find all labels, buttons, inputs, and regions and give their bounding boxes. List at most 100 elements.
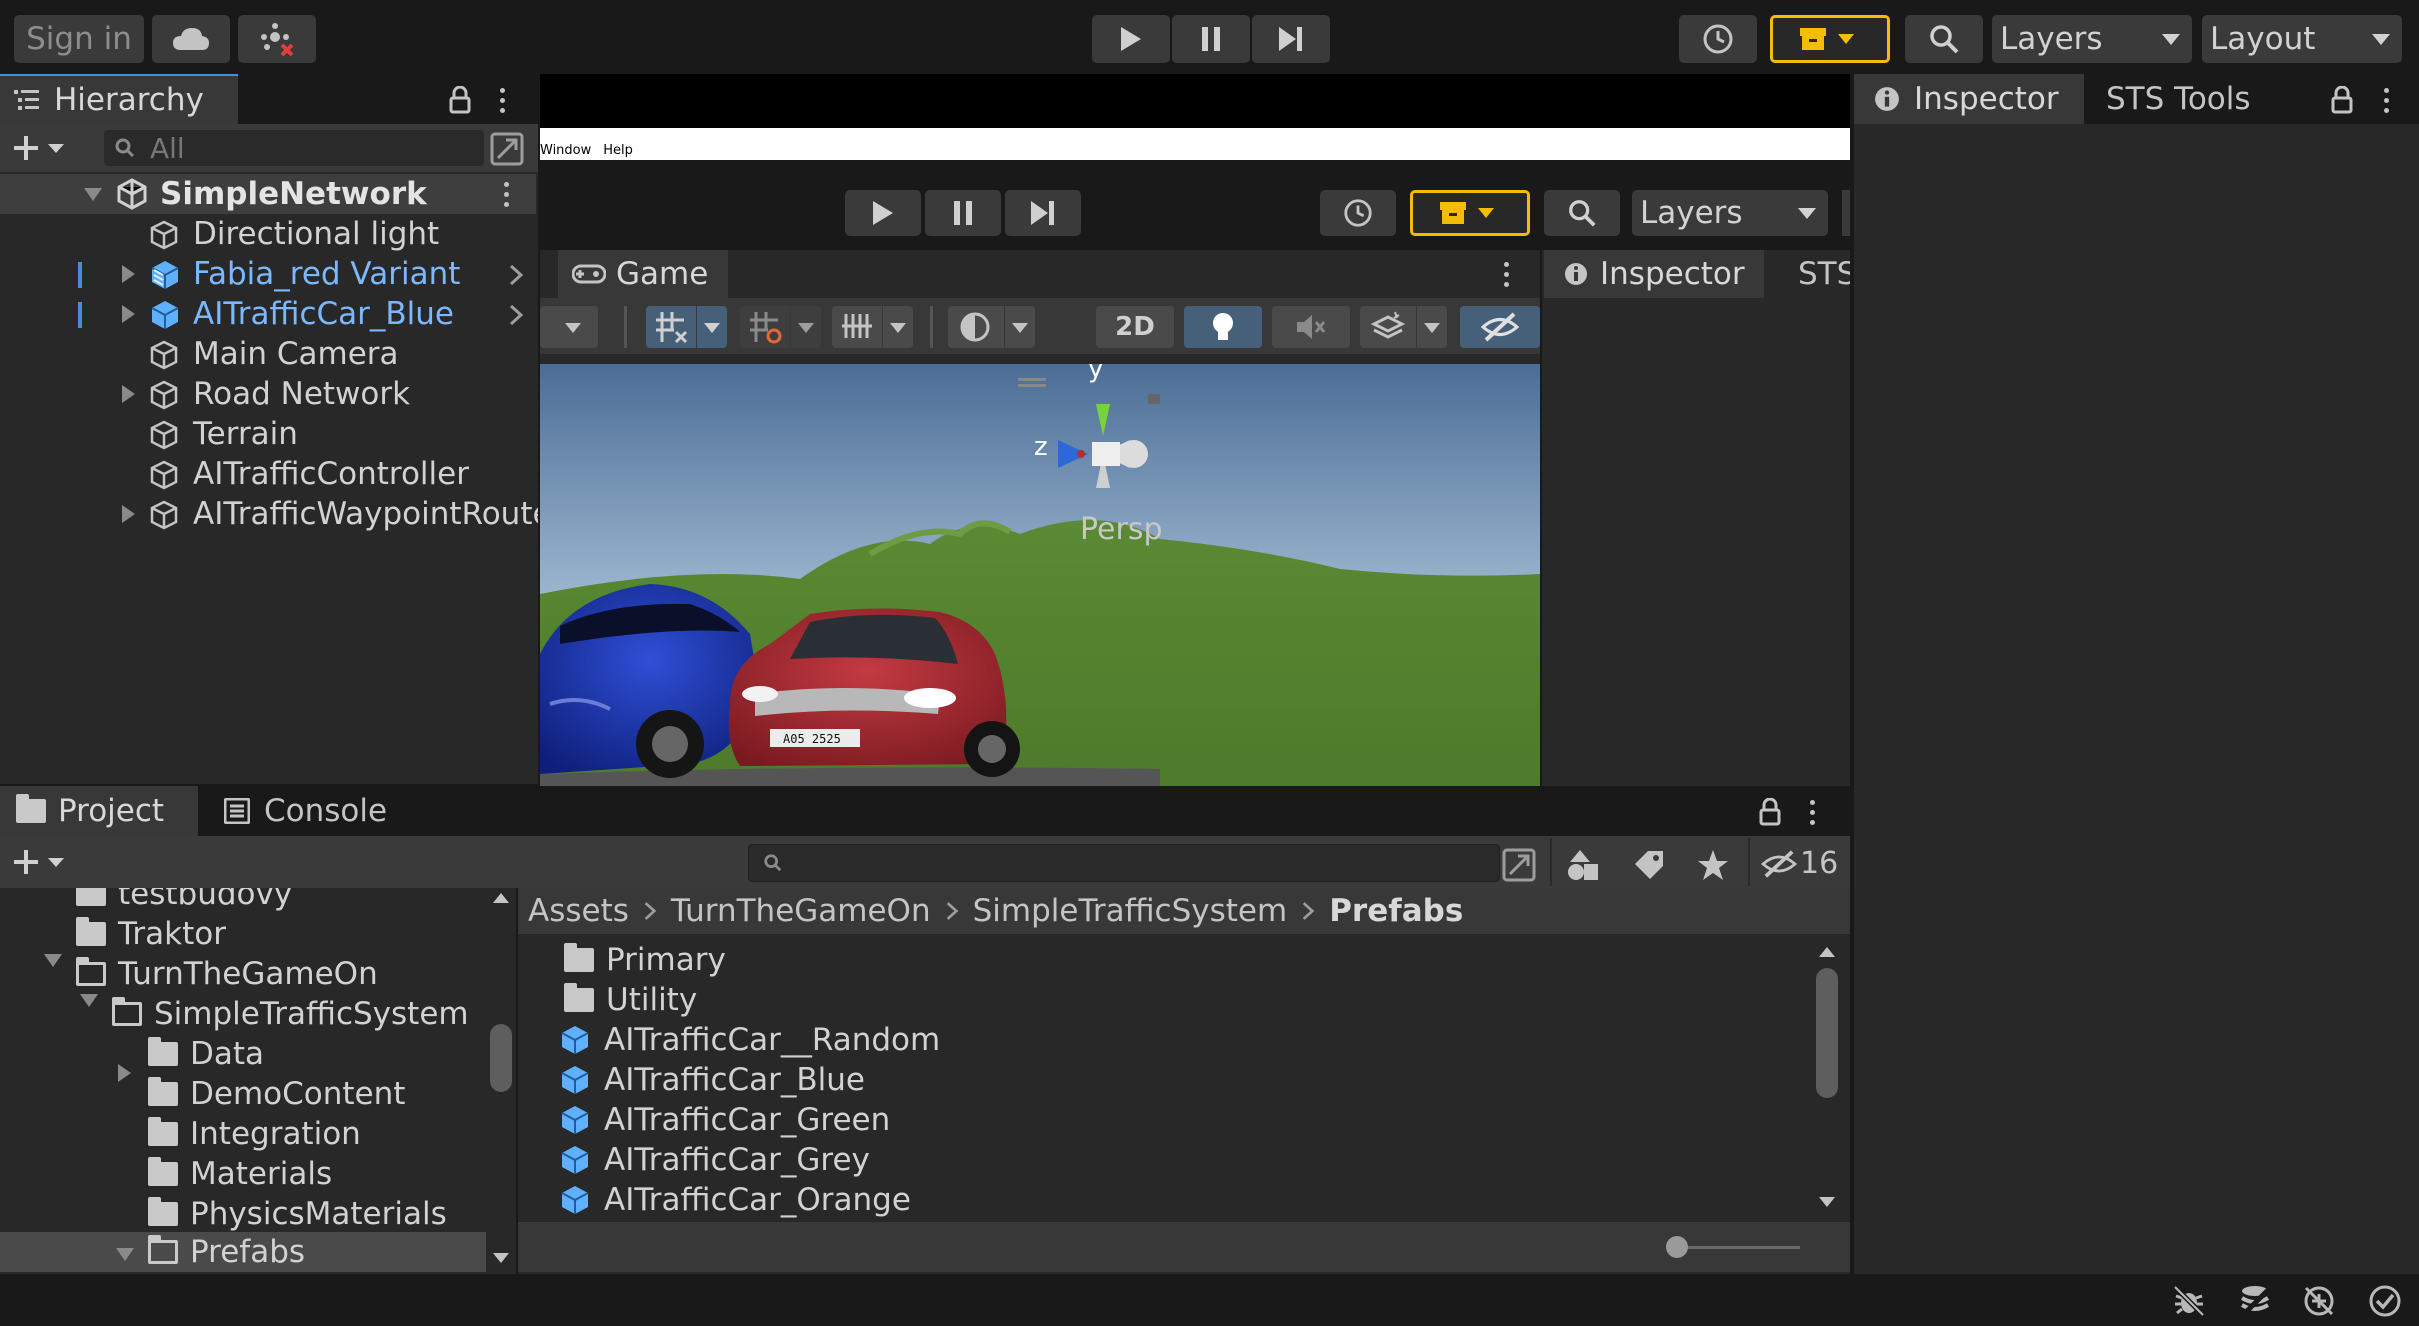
- lighting-toggle-button[interactable]: [1184, 306, 1262, 348]
- tree-folder[interactable]: SimpleTrafficSystem: [112, 994, 469, 1034]
- embedded-history-button[interactable]: [1320, 190, 1396, 236]
- hierarchy-item[interactable]: AITrafficCar_Blue: [0, 294, 536, 334]
- hierarchy-item[interactable]: AITrafficController: [0, 454, 536, 494]
- tree-folder-selected[interactable]: Prefabs: [148, 1232, 305, 1272]
- zoom-slider-track[interactable]: [1676, 1246, 1800, 1249]
- layers-dropdown[interactable]: Layers: [1992, 15, 2192, 63]
- tab-console[interactable]: Console: [224, 786, 387, 836]
- project-create-button[interactable]: [12, 848, 66, 876]
- tab-inspector[interactable]: Inspector: [1854, 74, 2084, 124]
- tab-sts-tools[interactable]: STS Tools: [2106, 74, 2251, 124]
- zoom-slider-thumb[interactable]: [1666, 1236, 1688, 1258]
- expand-icon[interactable]: [116, 1248, 134, 1261]
- hierarchy-item[interactable]: Terrain: [0, 414, 536, 454]
- grid-snap-button[interactable]: [646, 306, 696, 348]
- lock-icon[interactable]: [2330, 86, 2354, 114]
- grid-snap-dropdown[interactable]: [697, 306, 727, 348]
- effects-dropdown[interactable]: [1417, 306, 1447, 348]
- asset-folder[interactable]: Primary: [564, 940, 726, 980]
- breadcrumb-item-current[interactable]: Prefabs: [1329, 893, 1463, 929]
- scene-search-icon[interactable]: [490, 132, 524, 166]
- auto-generate-lighting-icon[interactable]: [2302, 1284, 2336, 1318]
- asset-folder[interactable]: Utility: [564, 980, 697, 1020]
- asset-scrollbar[interactable]: [1812, 934, 1842, 1218]
- tree-folder[interactable]: Materials: [148, 1154, 332, 1194]
- grid-visibility-button[interactable]: [832, 306, 882, 348]
- hierarchy-item[interactable]: AITrafficWaypointRoute: [0, 494, 552, 534]
- tab-hierarchy[interactable]: Hierarchy: [0, 74, 238, 124]
- tree-folder[interactable]: testbudovy: [76, 888, 292, 914]
- increment-snap-button[interactable]: [740, 306, 790, 348]
- expand-icon[interactable]: [80, 994, 98, 1007]
- scene-menu-button[interactable]: [504, 182, 509, 207]
- search-in-scene-icon[interactable]: [1502, 848, 1536, 882]
- project-search-input[interactable]: [748, 844, 1500, 882]
- draw-mode-button[interactable]: [948, 306, 1004, 348]
- package-manager-button[interactable]: [1770, 15, 1890, 63]
- cloud-button[interactable]: [152, 15, 230, 63]
- tree-folder[interactable]: Integration: [148, 1114, 361, 1154]
- tree-folder[interactable]: TurnTheGameOn: [76, 954, 378, 994]
- scene-header[interactable]: SimpleNetwork: [0, 174, 536, 214]
- project-menu-button[interactable]: [1810, 800, 1815, 825]
- audio-toggle-button[interactable]: [1272, 306, 1350, 348]
- chevron-right-icon[interactable]: [508, 264, 524, 286]
- pause-button[interactable]: [1172, 15, 1250, 63]
- tree-folder[interactable]: Traktor: [76, 914, 226, 954]
- asset-prefab[interactable]: AITrafficCar__Random: [558, 1020, 940, 1060]
- asset-prefab[interactable]: AITrafficCar_Green: [558, 1100, 890, 1140]
- hierarchy-item[interactable]: Fabia_red Variant: [0, 254, 536, 294]
- 2d-toggle-button[interactable]: 2D: [1096, 306, 1174, 348]
- play-button[interactable]: [1092, 15, 1170, 63]
- search-by-type-icon[interactable]: [1566, 848, 1600, 882]
- search-button[interactable]: [1905, 15, 1983, 63]
- breadcrumb-item[interactable]: SimpleTrafficSystem: [973, 893, 1288, 929]
- create-button[interactable]: [12, 134, 66, 162]
- favorites-star-icon[interactable]: [1696, 848, 1730, 882]
- menu-window[interactable]: Window: [540, 143, 591, 158]
- inspector-menu-button[interactable]: [2384, 88, 2389, 113]
- game-menu-button[interactable]: [1504, 262, 1509, 287]
- collab-button[interactable]: [238, 15, 316, 63]
- hierarchy-item[interactable]: Main Camera: [0, 334, 536, 374]
- embedded-tab-sts[interactable]: STS: [1798, 250, 1850, 298]
- tab-game[interactable]: Game: [558, 250, 728, 298]
- tool-handle-dropdown[interactable]: [540, 306, 598, 348]
- expand-icon[interactable]: [44, 954, 62, 967]
- tab-project[interactable]: Project: [0, 786, 198, 836]
- grid-visibility-dropdown[interactable]: [883, 306, 913, 348]
- breadcrumb-item[interactable]: Assets: [528, 893, 629, 929]
- asset-prefab[interactable]: AITrafficCar_Orange: [558, 1180, 911, 1218]
- checkmark-circle-icon[interactable]: [2368, 1284, 2402, 1318]
- breadcrumb-item[interactable]: TurnTheGameOn: [671, 893, 931, 929]
- game-viewport[interactable]: A05 2525 y z Persp: [540, 364, 1540, 786]
- draw-mode-dropdown[interactable]: [1005, 306, 1035, 348]
- effects-button[interactable]: [1360, 306, 1416, 348]
- tree-folder[interactable]: Data: [148, 1034, 264, 1074]
- tree-folder[interactable]: PhysicsMaterials: [148, 1194, 447, 1234]
- perspective-label[interactable]: Persp: [1080, 512, 1163, 547]
- chevron-right-icon[interactable]: [508, 304, 524, 326]
- embedded-play-button[interactable]: [845, 190, 921, 236]
- hierarchy-menu-button[interactable]: [500, 88, 505, 113]
- asset-scroll-thumb[interactable]: [1816, 968, 1838, 1098]
- sign-in-button[interactable]: Sign in: [14, 15, 144, 63]
- increment-snap-dropdown[interactable]: [791, 306, 821, 348]
- hierarchy-item[interactable]: Road Network: [0, 374, 536, 414]
- tree-scroll-thumb[interactable]: [490, 1024, 512, 1092]
- step-button[interactable]: [1252, 15, 1330, 63]
- embedded-package-button[interactable]: [1410, 190, 1530, 236]
- lock-icon[interactable]: [1758, 798, 1782, 826]
- embedded-step-button[interactable]: [1005, 190, 1081, 236]
- embedded-layers-dropdown[interactable]: Layers: [1632, 190, 1828, 236]
- search-by-label-icon[interactable]: [1632, 848, 1666, 882]
- cache-server-icon[interactable]: [2238, 1284, 2272, 1318]
- asset-prefab[interactable]: AITrafficCar_Blue: [558, 1060, 865, 1100]
- lock-icon[interactable]: [448, 86, 472, 114]
- tree-folder[interactable]: DemoContent: [148, 1074, 405, 1114]
- asset-prefab[interactable]: AITrafficCar_Grey: [558, 1140, 870, 1180]
- hierarchy-search-input[interactable]: All: [104, 130, 484, 166]
- scene-visibility-button[interactable]: [1460, 306, 1540, 348]
- hierarchy-item[interactable]: Directional light: [0, 214, 536, 254]
- debug-bug-icon[interactable]: [2172, 1284, 2206, 1318]
